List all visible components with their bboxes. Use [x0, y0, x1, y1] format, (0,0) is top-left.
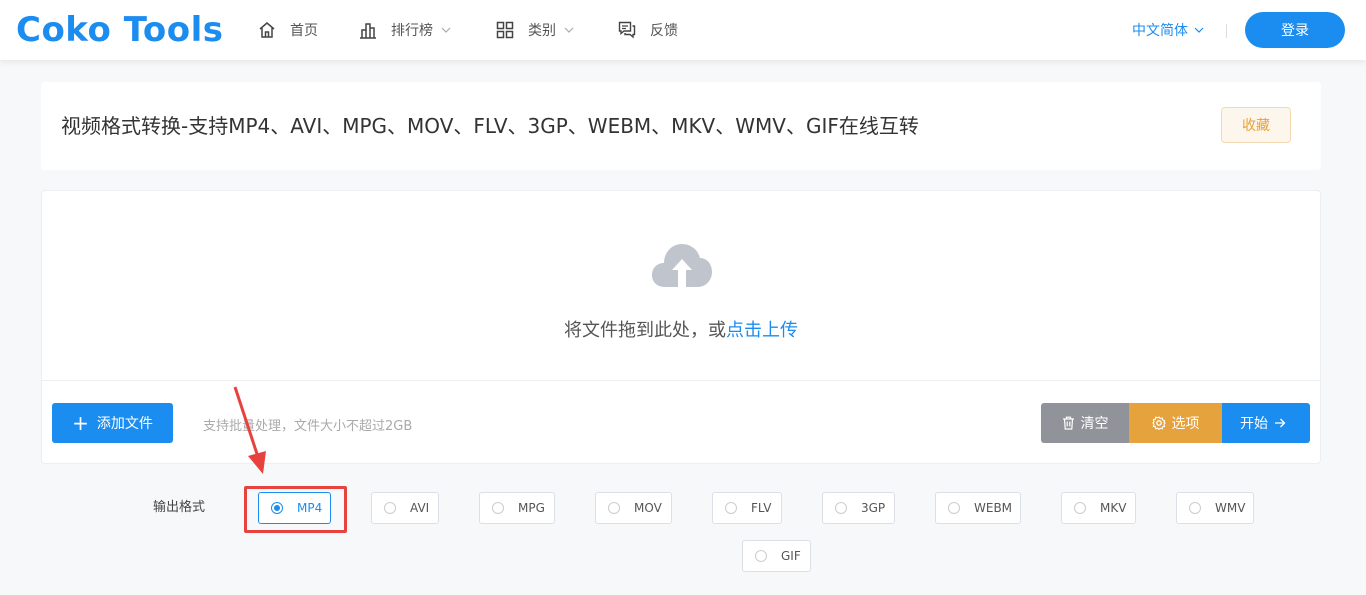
options-button[interactable]: 选项: [1129, 403, 1222, 443]
click-upload-link[interactable]: 点击上传: [726, 320, 798, 341]
nav-item-ranking[interactable]: 排行榜: [359, 18, 451, 42]
top-header: Coko Tools 首页 排行榜 类别 反馈 中文简体 登录: [0, 0, 1366, 60]
format-option-gif[interactable]: GIF: [742, 540, 811, 572]
trash-icon: [1062, 416, 1074, 430]
chevron-down-icon: [441, 27, 451, 33]
radio-icon: [608, 502, 620, 514]
format-option-webm[interactable]: WEBM: [935, 492, 1021, 524]
logo[interactable]: Coko Tools: [16, 10, 224, 50]
radio-icon: [755, 550, 767, 562]
cloud-upload-icon: [652, 244, 712, 287]
annotation-arrow-icon: [233, 386, 266, 474]
home-icon: [259, 22, 275, 38]
login-button[interactable]: 登录: [1245, 12, 1345, 48]
title-card: 视频格式转换-支持MP4、AVI、MPG、MOV、FLV、3GP、WEBM、MK…: [41, 82, 1321, 170]
favorite-button[interactable]: 收藏: [1221, 107, 1291, 143]
annotation-highlight-box: [244, 486, 347, 533]
gear-icon: [1151, 416, 1166, 430]
language-selector[interactable]: 中文简体: [1132, 20, 1204, 40]
format-label: 3GP: [861, 501, 886, 515]
bar-chart-icon: [360, 23, 376, 39]
radio-icon: [384, 502, 396, 514]
start-label: 开始: [1240, 416, 1268, 432]
action-button-group: 清空 选项 开始: [1041, 403, 1310, 443]
drop-text: 将文件拖到此处，或: [564, 320, 726, 341]
nav-label-ranking: 排行榜: [391, 23, 433, 39]
radio-icon: [1074, 502, 1086, 514]
format-label: MKV: [1100, 501, 1127, 515]
clear-button[interactable]: 清空: [1041, 403, 1129, 443]
grid-icon: [496, 21, 514, 39]
plus-icon: +: [72, 411, 89, 435]
nav-label-home: 首页: [290, 23, 318, 39]
add-file-button[interactable]: + 添加文件: [52, 403, 173, 443]
format-option-3gp[interactable]: 3GP: [822, 492, 895, 524]
format-option-mov[interactable]: MOV: [595, 492, 672, 524]
format-label: AVI: [410, 501, 430, 515]
chevron-down-icon: [1194, 27, 1204, 33]
options-label: 选项: [1171, 416, 1200, 432]
format-option-flv[interactable]: FLV: [712, 492, 782, 524]
start-button[interactable]: 开始: [1222, 403, 1310, 443]
format-option-mkv[interactable]: MKV: [1061, 492, 1136, 524]
chevron-down-icon: [564, 27, 574, 33]
format-label: WEBM: [974, 501, 1013, 515]
output-format-label: 输出格式: [153, 500, 206, 515]
format-label: FLV: [751, 501, 772, 515]
format-option-avi[interactable]: AVI: [371, 492, 439, 524]
format-label: WMV: [1215, 501, 1246, 515]
radio-icon: [835, 502, 847, 514]
arrow-right-icon: [1275, 418, 1286, 428]
nav-item-home[interactable]: 首页: [258, 18, 318, 42]
drop-instructions: 将文件拖到此处，或点击上传: [42, 316, 1320, 342]
clear-label: 清空: [1080, 416, 1109, 432]
header-divider: [1226, 24, 1227, 38]
feedback-icon: [618, 21, 636, 39]
format-label: MOV: [634, 501, 662, 515]
nav-label-category: 类别: [528, 23, 556, 39]
nav-item-feedback[interactable]: 反馈: [618, 18, 678, 42]
file-drop-zone[interactable]: 将文件拖到此处，或点击上传: [42, 191, 1320, 381]
radio-icon: [948, 502, 960, 514]
nav-item-category[interactable]: 类别: [496, 18, 574, 42]
radio-icon: [725, 502, 737, 514]
radio-icon: [492, 502, 504, 514]
format-label: GIF: [781, 549, 801, 563]
nav-label-feedback: 反馈: [650, 23, 678, 39]
page-title: 视频格式转换-支持MP4、AVI、MPG、MOV、FLV、3GP、WEBM、MK…: [61, 114, 919, 138]
format-label: MPG: [518, 501, 545, 515]
format-option-wmv[interactable]: WMV: [1176, 492, 1254, 524]
language-label: 中文简体: [1132, 23, 1188, 39]
radio-icon: [1189, 502, 1201, 514]
add-file-label: 添加文件: [96, 416, 153, 432]
format-option-mpg[interactable]: MPG: [479, 492, 555, 524]
